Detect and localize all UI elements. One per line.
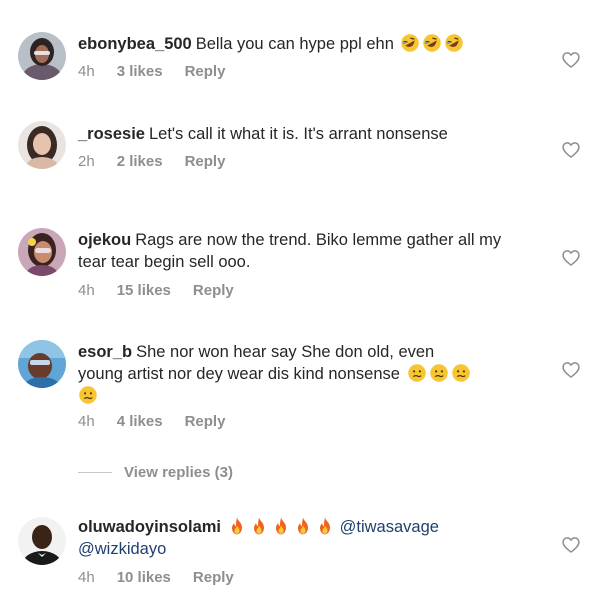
comment-likes[interactable]: 15 likes bbox=[117, 282, 171, 299]
comment-body: ebonybea_500 Bella you can hype ppl ehn bbox=[78, 33, 528, 55]
reply-button[interactable]: Reply bbox=[185, 413, 226, 430]
comment-text: Bella you can hype ppl ehn bbox=[195, 35, 394, 53]
comment-time: 2h bbox=[78, 153, 95, 170]
comment-username[interactable]: _rosesie bbox=[78, 125, 145, 143]
confused-face-emoji bbox=[78, 385, 98, 405]
avatar[interactable] bbox=[18, 121, 66, 169]
reply-button[interactable]: Reply bbox=[185, 153, 226, 170]
comment-time: 4h bbox=[78, 282, 95, 299]
comment-likes[interactable]: 10 likes bbox=[117, 569, 171, 586]
comment-text: Let's call it what it is. It's arrant no… bbox=[148, 125, 448, 143]
rolling-laughing-emoji bbox=[422, 33, 442, 53]
comment-time: 4h bbox=[78, 569, 95, 586]
reply-button[interactable]: Reply bbox=[185, 63, 226, 80]
comment-username[interactable]: ojekou bbox=[78, 231, 131, 249]
confused-face-emoji bbox=[429, 363, 449, 383]
comment-text-line1: She nor won hear say She don old, even bbox=[136, 343, 435, 361]
like-heart-icon[interactable] bbox=[561, 140, 581, 160]
comment-text-line2: young artist nor dey wear dis kind nonse… bbox=[78, 365, 400, 383]
comment-body: esor_b She nor won hear say She don old, … bbox=[78, 341, 528, 407]
fire-emoji bbox=[293, 516, 313, 536]
comment-meta: 4h 4 likes Reply bbox=[78, 413, 247, 430]
comment-likes[interactable]: 4 likes bbox=[117, 413, 163, 430]
comment-text: Rags are now the trend. Biko lemme gathe… bbox=[78, 231, 502, 271]
confused-face-emoji bbox=[407, 363, 427, 383]
avatar[interactable] bbox=[18, 32, 66, 80]
comment-time: 4h bbox=[78, 413, 95, 430]
comment-body: _rosesie Let's call it what it is. It's a… bbox=[78, 123, 528, 145]
divider bbox=[78, 472, 112, 473]
fire-emoji bbox=[227, 516, 247, 536]
fire-emoji bbox=[249, 516, 269, 536]
comment-likes[interactable]: 3 likes bbox=[117, 63, 163, 80]
like-heart-icon[interactable] bbox=[561, 535, 581, 555]
comment-username[interactable]: esor_b bbox=[78, 343, 132, 361]
like-heart-icon[interactable] bbox=[561, 50, 581, 70]
comment-meta: 4h 15 likes Reply bbox=[78, 282, 256, 299]
comment-username[interactable]: ebonybea_500 bbox=[78, 35, 192, 53]
rolling-laughing-emoji bbox=[400, 33, 420, 53]
confused-face-emoji bbox=[451, 363, 471, 383]
avatar[interactable] bbox=[18, 340, 66, 388]
reply-button[interactable]: Reply bbox=[193, 569, 234, 586]
rolling-laughing-emoji bbox=[444, 33, 464, 53]
comment-likes[interactable]: 2 likes bbox=[117, 153, 163, 170]
view-replies-label[interactable]: View replies (3) bbox=[124, 464, 233, 481]
comment-meta: 4h 3 likes Reply bbox=[78, 63, 247, 80]
fire-emoji bbox=[271, 516, 291, 536]
comment-body: oluwadoyinsolami @tiwasavage @wizkidayo bbox=[78, 516, 528, 560]
comment-username[interactable]: oluwadoyinsolami bbox=[78, 518, 221, 536]
avatar[interactable] bbox=[18, 228, 66, 276]
comment-meta: 2h 2 likes Reply bbox=[78, 153, 247, 170]
view-replies-button[interactable]: View replies (3) bbox=[78, 464, 233, 481]
mention-link[interactable]: @tiwasavage bbox=[340, 518, 439, 536]
comment-time: 4h bbox=[78, 63, 95, 80]
mention-link[interactable]: @wizkidayo bbox=[78, 540, 166, 558]
like-heart-icon[interactable] bbox=[561, 248, 581, 268]
comment-body: ojekou Rags are now the trend. Biko lemme… bbox=[78, 229, 528, 273]
comment-meta: 4h 10 likes Reply bbox=[78, 569, 256, 586]
reply-button[interactable]: Reply bbox=[193, 282, 234, 299]
fire-emoji bbox=[315, 516, 335, 536]
like-heart-icon[interactable] bbox=[561, 360, 581, 380]
avatar[interactable] bbox=[18, 517, 66, 565]
